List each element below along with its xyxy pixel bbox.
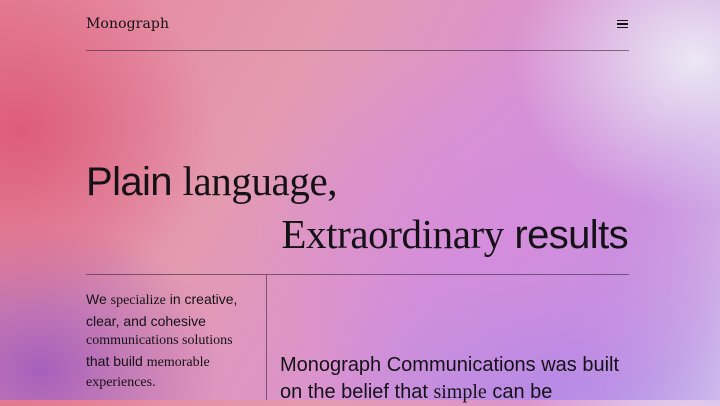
intro-line: We specialize in creative, <box>86 289 261 311</box>
intro-line: clear, and cohesive <box>86 313 206 329</box>
hero-line-2: Extraordinary results <box>281 210 628 259</box>
hero-word-extraordinary: Extraordinary <box>281 211 504 257</box>
hero-word-plain: Plain <box>86 160 173 204</box>
intro-word-serif: memorable <box>146 355 210 370</box>
hamburger-menu-icon[interactable] <box>615 17 629 31</box>
hero-word-language: language, <box>182 158 338 204</box>
logo[interactable]: Monograph <box>86 16 169 32</box>
menu-bar <box>617 26 628 29</box>
menu-bar <box>617 19 628 22</box>
intro-line: communications solutions <box>86 333 233 348</box>
intro-word: that build <box>86 353 143 369</box>
hero-line-1: Plain language, <box>86 157 338 206</box>
intro-word-serif: specialize <box>110 293 166 308</box>
section-divider <box>86 274 629 275</box>
statement-line: Monograph Communications was built <box>280 354 620 376</box>
statement-line: on the belief that simple can be <box>280 379 640 406</box>
statement-text: Monograph Communications was built on th… <box>280 352 640 406</box>
intro-line: that build memorable <box>86 351 261 373</box>
hero-word-results: results <box>514 213 628 257</box>
column-divider <box>266 275 267 400</box>
intro-word: We <box>86 291 107 307</box>
menu-bar <box>617 23 628 25</box>
site-header: Monograph <box>86 0 629 51</box>
intro-line: experiences. <box>86 375 156 390</box>
intro-text: We specialize in creative, clear, and co… <box>86 289 261 393</box>
intro-word: in creative, <box>169 291 238 307</box>
